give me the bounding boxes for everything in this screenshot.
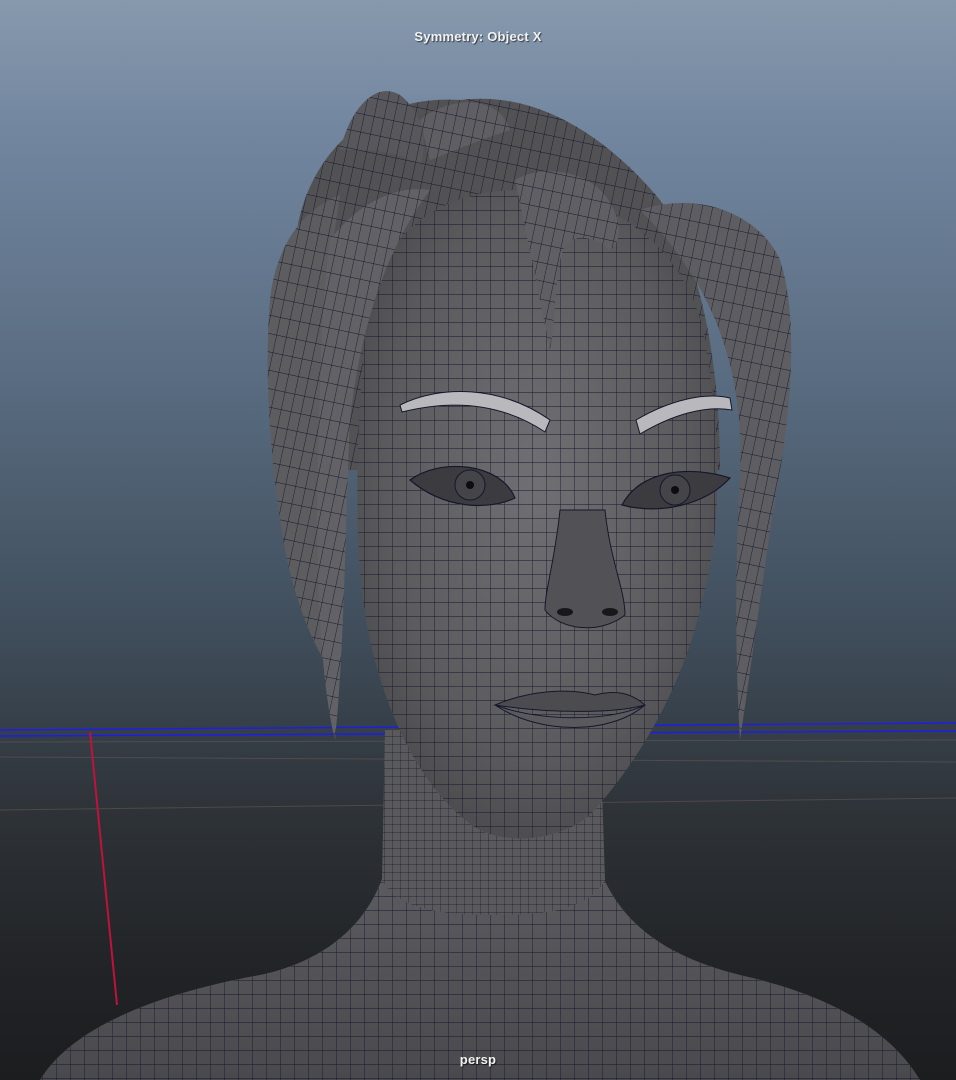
3d-viewport[interactable]: Symmetry: Object X persp xyxy=(0,0,956,1080)
viewport-scene[interactable] xyxy=(0,0,956,1080)
symmetry-status-label: Symmetry: Object X xyxy=(414,29,542,44)
camera-name-label: persp xyxy=(459,1052,497,1067)
x-axis-line xyxy=(89,731,118,1006)
